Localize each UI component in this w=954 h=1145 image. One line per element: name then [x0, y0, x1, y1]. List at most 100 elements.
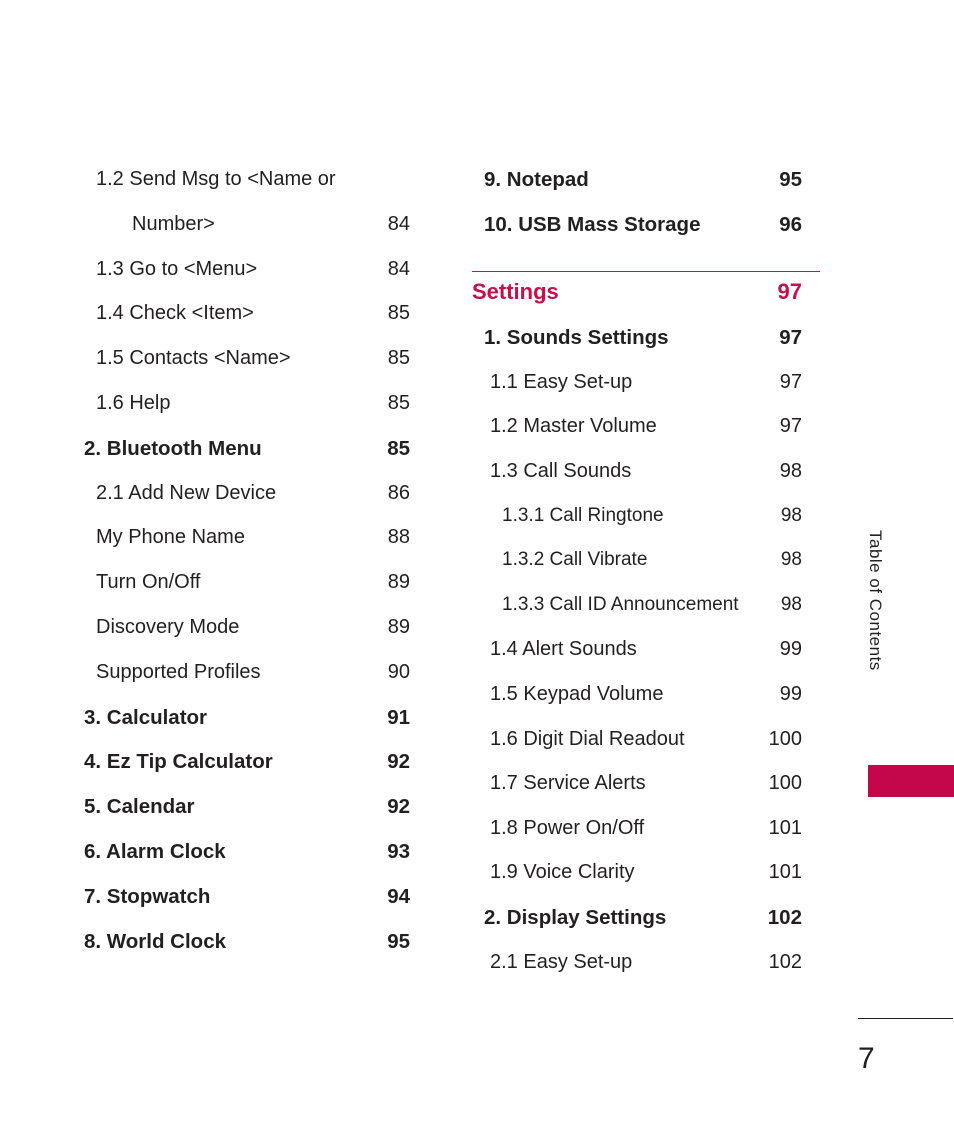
- toc-entry[interactable]: 1.2 Send Msg to <Name or: [84, 168, 410, 213]
- section-header-settings[interactable]: Settings 97: [472, 279, 802, 326]
- toc-entry[interactable]: 1.4 Alert Sounds 99: [472, 638, 802, 683]
- section-header-page: 97: [777, 279, 802, 305]
- toc-entry-title: 6. Alarm Clock: [84, 839, 226, 863]
- toc-entry-title: 10. USB Mass Storage: [484, 212, 701, 236]
- toc-entry[interactable]: 4. Ez Tip Calculator 92: [84, 750, 410, 795]
- toc-entry-title: 2. Bluetooth Menu: [84, 436, 262, 460]
- toc-entry[interactable]: 1.9 Voice Clarity 101: [472, 861, 802, 906]
- footer-divider-rule: [858, 1018, 953, 1019]
- section-thumb-tab: [868, 765, 954, 797]
- toc-entry-page-number: 85: [387, 347, 410, 370]
- toc-entry-title: 2.1 Easy Set-up: [490, 950, 633, 973]
- toc-entry-page-number: 96: [779, 212, 802, 236]
- toc-entry[interactable]: 8. World Clock 95: [84, 930, 410, 975]
- toc-entry-page-number: 99: [779, 638, 802, 661]
- toc-entry-page-number: 92: [387, 750, 410, 774]
- toc-entry-page-number: 97: [779, 326, 802, 350]
- toc-entry-page-number: 92: [387, 795, 410, 819]
- toc-entry[interactable]: 1.5 Keypad Volume 99: [472, 683, 802, 728]
- toc-entry[interactable]: 6. Alarm Clock 93: [84, 840, 410, 885]
- toc-entry-title: 1.2 Master Volume: [490, 415, 657, 438]
- toc-list-left: 1.2 Send Msg to <Name or Number> 84 1.3 Go …: [84, 168, 410, 974]
- toc-entry-title: Turn On/Off: [96, 571, 201, 594]
- section-header-title: Settings: [472, 279, 559, 305]
- toc-entry-title: 1.3 Go to <Menu>: [96, 257, 258, 280]
- toc-entry-title: 2.1 Add New Device: [96, 481, 277, 504]
- toc-entry[interactable]: 1.3 Call Sounds 98: [472, 460, 802, 505]
- toc-entry-title: Number>: [132, 212, 215, 235]
- toc-entry[interactable]: 2. Bluetooth Menu 85: [84, 437, 410, 482]
- toc-entry[interactable]: 1.6 Help 85: [84, 392, 410, 437]
- toc-entry[interactable]: 1.3.1 Call Ringtone 98: [472, 505, 802, 550]
- toc-entry[interactable]: 1.4 Check <Item> 85: [84, 302, 410, 347]
- toc-entry[interactable]: 7. Stopwatch 94: [84, 885, 410, 930]
- toc-entry-title: 1.4 Check <Item>: [96, 302, 254, 325]
- toc-entry-page-number: 98: [779, 459, 802, 482]
- toc-entry-page-number: 88: [387, 526, 410, 549]
- toc-entry-page-number: 91: [387, 705, 410, 729]
- toc-entry-title: 1.3.2 Call Vibrate: [502, 549, 648, 571]
- toc-entry-page-number: 100: [768, 727, 802, 750]
- rule-spacer-bottom: [472, 272, 802, 279]
- toc-entry-title: 4. Ez Tip Calculator: [84, 750, 273, 774]
- toc-entry-page-number: 99: [779, 682, 802, 705]
- toc-entry[interactable]: Number> 84: [84, 213, 410, 258]
- toc-entry-page-number: 86: [387, 481, 410, 504]
- toc-entry-title: 1.3.3 Call ID Announcement: [502, 593, 739, 615]
- toc-entry-page-number: 100: [768, 772, 802, 795]
- toc-entry-title: 7. Stopwatch: [84, 884, 211, 908]
- page-number: 7: [858, 1042, 875, 1075]
- toc-column-left: 1.2 Send Msg to <Name or Number> 84 1.3 Go …: [84, 168, 410, 974]
- toc-entry-page-number: 93: [387, 839, 410, 863]
- toc-entry-page-number: 98: [780, 504, 802, 526]
- toc-entry-title: 1.5 Keypad Volume: [490, 682, 664, 705]
- toc-entry-title: 1.7 Service Alerts: [490, 772, 646, 795]
- toc-entry[interactable]: 2. Display Settings 102: [472, 906, 802, 951]
- toc-entry[interactable]: 1.8 Power On/Off 101: [472, 817, 802, 862]
- toc-entry[interactable]: 2.1 Easy Set-up 102: [472, 951, 802, 996]
- toc-entry[interactable]: 9. Notepad 95: [472, 168, 802, 213]
- toc-entry-page-number: 85: [387, 436, 410, 460]
- toc-entry-title: 9. Notepad: [484, 168, 589, 191]
- toc-entry-title: 5. Calendar: [84, 795, 195, 819]
- toc-entry[interactable]: Turn On/Off 89: [84, 571, 410, 616]
- toc-entry-page-number: 101: [768, 861, 802, 884]
- toc-entry[interactable]: 1. Sounds Settings 97: [472, 326, 802, 371]
- toc-entry-page-number: 85: [387, 302, 410, 325]
- toc-entry[interactable]: Discovery Mode 89: [84, 616, 410, 661]
- toc-entry[interactable]: 1.3.2 Call Vibrate 98: [472, 549, 802, 594]
- toc-entry-page-number: 94: [387, 884, 410, 908]
- toc-entry-title: 1.3 Call Sounds: [490, 459, 632, 482]
- toc-list-right-pre: 9. Notepad 95 10. USB Mass Storage 96: [472, 168, 802, 257]
- toc-entry-page-number: 102: [767, 905, 802, 929]
- toc-entry-page-number: 97: [779, 415, 802, 438]
- toc-entry-title: 1.3.1 Call Ringtone: [502, 504, 664, 526]
- toc-entry[interactable]: 1.7 Service Alerts 100: [472, 772, 802, 817]
- toc-entry-title: 1. Sounds Settings: [484, 326, 669, 350]
- toc-entry[interactable]: 3. Calculator 91: [84, 706, 410, 751]
- toc-entry[interactable]: 2.1 Add New Device 86: [84, 482, 410, 527]
- toc-entry-title: 1.8 Power On/Off: [490, 816, 645, 839]
- toc-entry-page-number: 90: [387, 660, 410, 683]
- toc-entry-page-number: 95: [387, 929, 410, 953]
- toc-entry[interactable]: 1.5 Contacts <Name> 85: [84, 347, 410, 392]
- toc-entry[interactable]: 1.3 Go to <Menu> 84: [84, 258, 410, 303]
- toc-entry-page-number: 85: [387, 391, 410, 414]
- toc-entry-title: 1.5 Contacts <Name>: [96, 347, 291, 370]
- toc-entry-title: 1.6 Help: [96, 391, 171, 414]
- toc-entry-page-number: 89: [387, 571, 410, 594]
- toc-entry-page-number: 101: [768, 816, 802, 839]
- toc-entry-title: 3. Calculator: [84, 705, 208, 729]
- toc-entry[interactable]: 1.2 Master Volume 97: [472, 415, 802, 460]
- toc-entry-page-number: 84: [387, 257, 410, 280]
- toc-entry[interactable]: 5. Calendar 92: [84, 795, 410, 840]
- toc-entry[interactable]: 1.3.3 Call ID Announcement 98: [472, 594, 802, 639]
- toc-entry[interactable]: 1.1 Easy Set-up 97: [472, 371, 802, 416]
- toc-entry-title: 2. Display Settings: [484, 905, 667, 929]
- toc-entry[interactable]: 10. USB Mass Storage 96: [472, 213, 802, 258]
- toc-entry[interactable]: Supported Profiles 90: [84, 661, 410, 706]
- toc-entry[interactable]: My Phone Name 88: [84, 526, 410, 571]
- toc-entry-title: Discovery Mode: [96, 615, 240, 638]
- rule-spacer-top: [472, 257, 802, 271]
- toc-entry[interactable]: 1.6 Digit Dial Readout 100: [472, 728, 802, 773]
